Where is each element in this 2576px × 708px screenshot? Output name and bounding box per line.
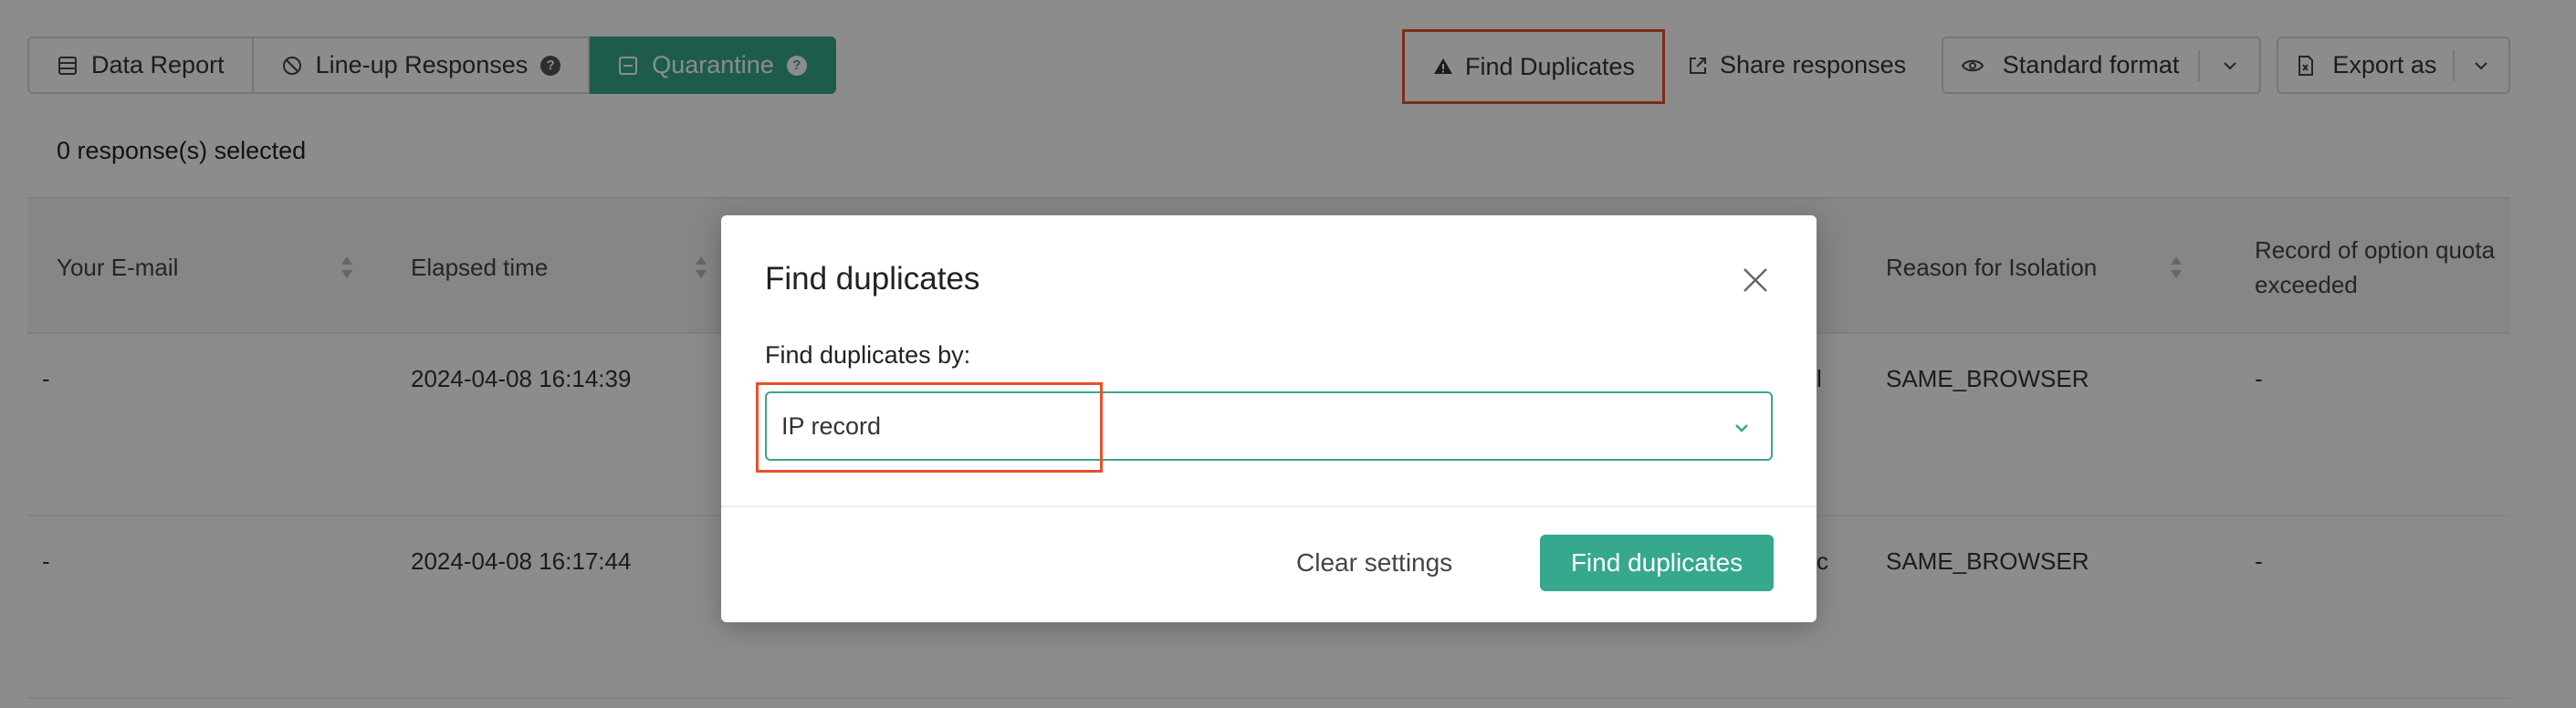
- chevron-down-icon: [1735, 424, 1748, 432]
- field-label: Find duplicates by:: [765, 341, 971, 369]
- find-duplicates-submit-button[interactable]: Find duplicates: [1540, 535, 1774, 591]
- find-duplicates-dialog: Find duplicates Find duplicates by: IP r…: [721, 215, 1817, 622]
- highlight-box: [756, 382, 1103, 473]
- clear-settings-button[interactable]: Clear settings: [1296, 535, 1452, 591]
- divider: [721, 505, 1817, 507]
- dialog-title: Find duplicates: [765, 261, 980, 297]
- close-icon[interactable]: [1742, 266, 1769, 294]
